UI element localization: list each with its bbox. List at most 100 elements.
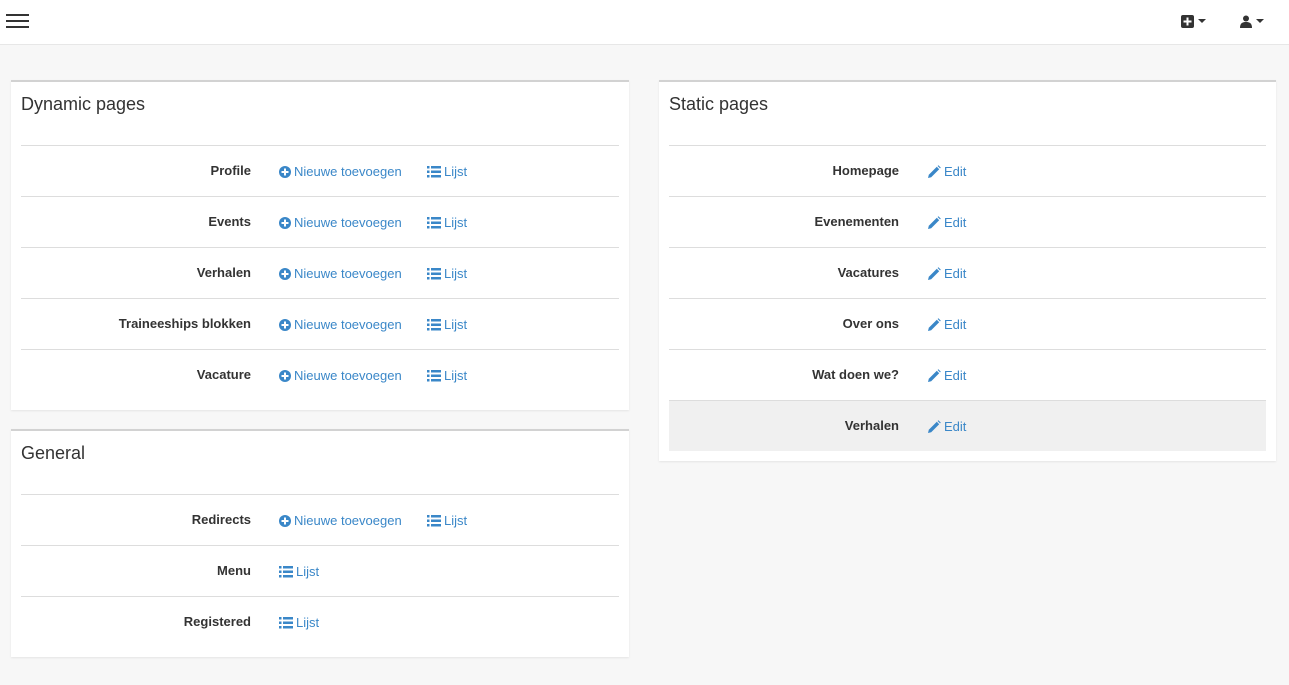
list-link-label: Lijst [444,266,468,281]
pencil-icon [927,317,941,332]
add-new-link-label: Nieuwe toevoegen [294,164,402,179]
table-row: Verhalen Nieuwe toevoegen Lijst [21,247,619,298]
list-link[interactable]: Lijst [427,197,467,248]
row-label: Verhalen [196,265,251,280]
list-link-label: Lijst [444,215,468,230]
list-link-label: Lijst [444,513,468,528]
plus-circle-icon [279,267,291,280]
list-link[interactable]: Lijst [427,299,467,350]
add-new-link[interactable]: Nieuwe toevoegen [279,146,402,197]
list-icon [279,616,293,629]
add-new-link[interactable]: Nieuwe toevoegen [279,197,402,248]
add-new-link-label: Nieuwe toevoegen [294,317,402,332]
panel-title: General [21,443,86,463]
list-icon [427,267,441,280]
table-row: Events Nieuwe toevoegen Lijst [21,196,619,247]
table-row: Vacature Nieuwe toevoegen Lijst [21,349,619,400]
edit-link-label: Edit [944,266,967,281]
plus-circle-icon [279,369,291,382]
dynamic-pages-panel: Dynamic pages Profile Nieuwe toevoegen Lij… [11,80,629,410]
plus-square-icon [1181,14,1194,28]
row-label: Wat doen we? [812,367,899,382]
list-icon [427,165,441,178]
pencil-icon [927,419,941,434]
table-row: Menu Lijst [21,545,619,596]
row-label: Homepage [832,163,899,178]
add-new-link[interactable]: Nieuwe toevoegen [279,495,402,546]
row-label: Over ons [842,316,899,331]
add-new-link-label: Nieuwe toevoegen [294,266,402,281]
plus-circle-icon [279,216,291,229]
list-icon [427,369,441,382]
top-navbar [0,0,1289,45]
row-label: Profile [210,163,251,178]
list-link[interactable]: Lijst [427,495,467,546]
add-new-link-label: Nieuwe toevoegen [294,513,402,528]
list-link-label: Lijst [296,564,320,579]
edit-link[interactable]: Edit [927,350,966,401]
user-icon [1240,15,1252,28]
row-label: Vacatures [837,265,899,280]
table-row: Vacatures Edit [669,247,1266,298]
table-row: Registered Lijst [21,596,619,647]
panel-title: Dynamic pages [21,94,146,114]
list-link[interactable]: Lijst [279,597,319,648]
plus-circle-icon [279,165,291,178]
pencil-icon [927,368,941,383]
row-label: Registered [183,614,251,629]
pencil-icon [927,215,941,230]
add-dropdown-button[interactable] [1181,13,1206,29]
table-row: Homepage Edit [669,145,1266,196]
edit-link-label: Edit [944,368,967,383]
add-new-link[interactable]: Nieuwe toevoegen [279,248,402,299]
row-label: Redirects [191,512,251,527]
table-row: Verhalen Edit [669,400,1266,451]
panel-title: Static pages [669,94,769,114]
plus-circle-icon [279,514,291,527]
user-dropdown-button[interactable] [1240,13,1264,29]
static-pages-panel: Static pages Homepage Edit Evenementen Edit… [659,80,1276,461]
chevron-down-icon [1256,19,1264,23]
chevron-down-icon [1198,19,1206,23]
list-link[interactable]: Lijst [279,546,319,597]
list-link-label: Lijst [444,368,468,383]
add-new-link-label: Nieuwe toevoegen [294,368,402,383]
edit-link[interactable]: Edit [927,248,966,299]
edit-link-label: Edit [944,215,967,230]
plus-circle-icon [279,318,291,331]
pencil-icon [927,164,941,179]
edit-link-label: Edit [944,419,967,434]
list-link-label: Lijst [444,164,468,179]
row-label: Verhalen [844,418,899,433]
row-label: Vacature [196,367,251,382]
list-icon [279,565,293,578]
list-link[interactable]: Lijst [427,350,467,401]
add-new-link[interactable]: Nieuwe toevoegen [279,350,402,401]
pencil-icon [927,266,941,281]
edit-link[interactable]: Edit [927,299,966,350]
list-link-label: Lijst [296,615,320,630]
edit-link[interactable]: Edit [927,146,966,197]
row-label: Evenementen [814,214,899,229]
table-row: Redirects Nieuwe toevoegen Lijst [21,494,619,545]
list-link-label: Lijst [444,317,468,332]
row-label: Menu [217,563,251,578]
list-link[interactable]: Lijst [427,248,467,299]
row-label: Events [208,214,251,229]
list-icon [427,216,441,229]
add-new-link-label: Nieuwe toevoegen [294,215,402,230]
list-icon [427,514,441,527]
table-row: Profile Nieuwe toevoegen Lijst [21,145,619,196]
edit-link-label: Edit [944,164,967,179]
table-row: Evenementen Edit [669,196,1266,247]
edit-link[interactable]: Edit [927,401,966,452]
edit-link[interactable]: Edit [927,197,966,248]
table-row: Over ons Edit [669,298,1266,349]
row-label: Traineeships blokken [118,316,251,331]
list-icon [427,318,441,331]
table-row: Wat doen we? Edit [669,349,1266,400]
edit-link-label: Edit [944,317,967,332]
list-link[interactable]: Lijst [427,146,467,197]
hamburger-icon[interactable] [6,13,29,29]
add-new-link[interactable]: Nieuwe toevoegen [279,299,402,350]
